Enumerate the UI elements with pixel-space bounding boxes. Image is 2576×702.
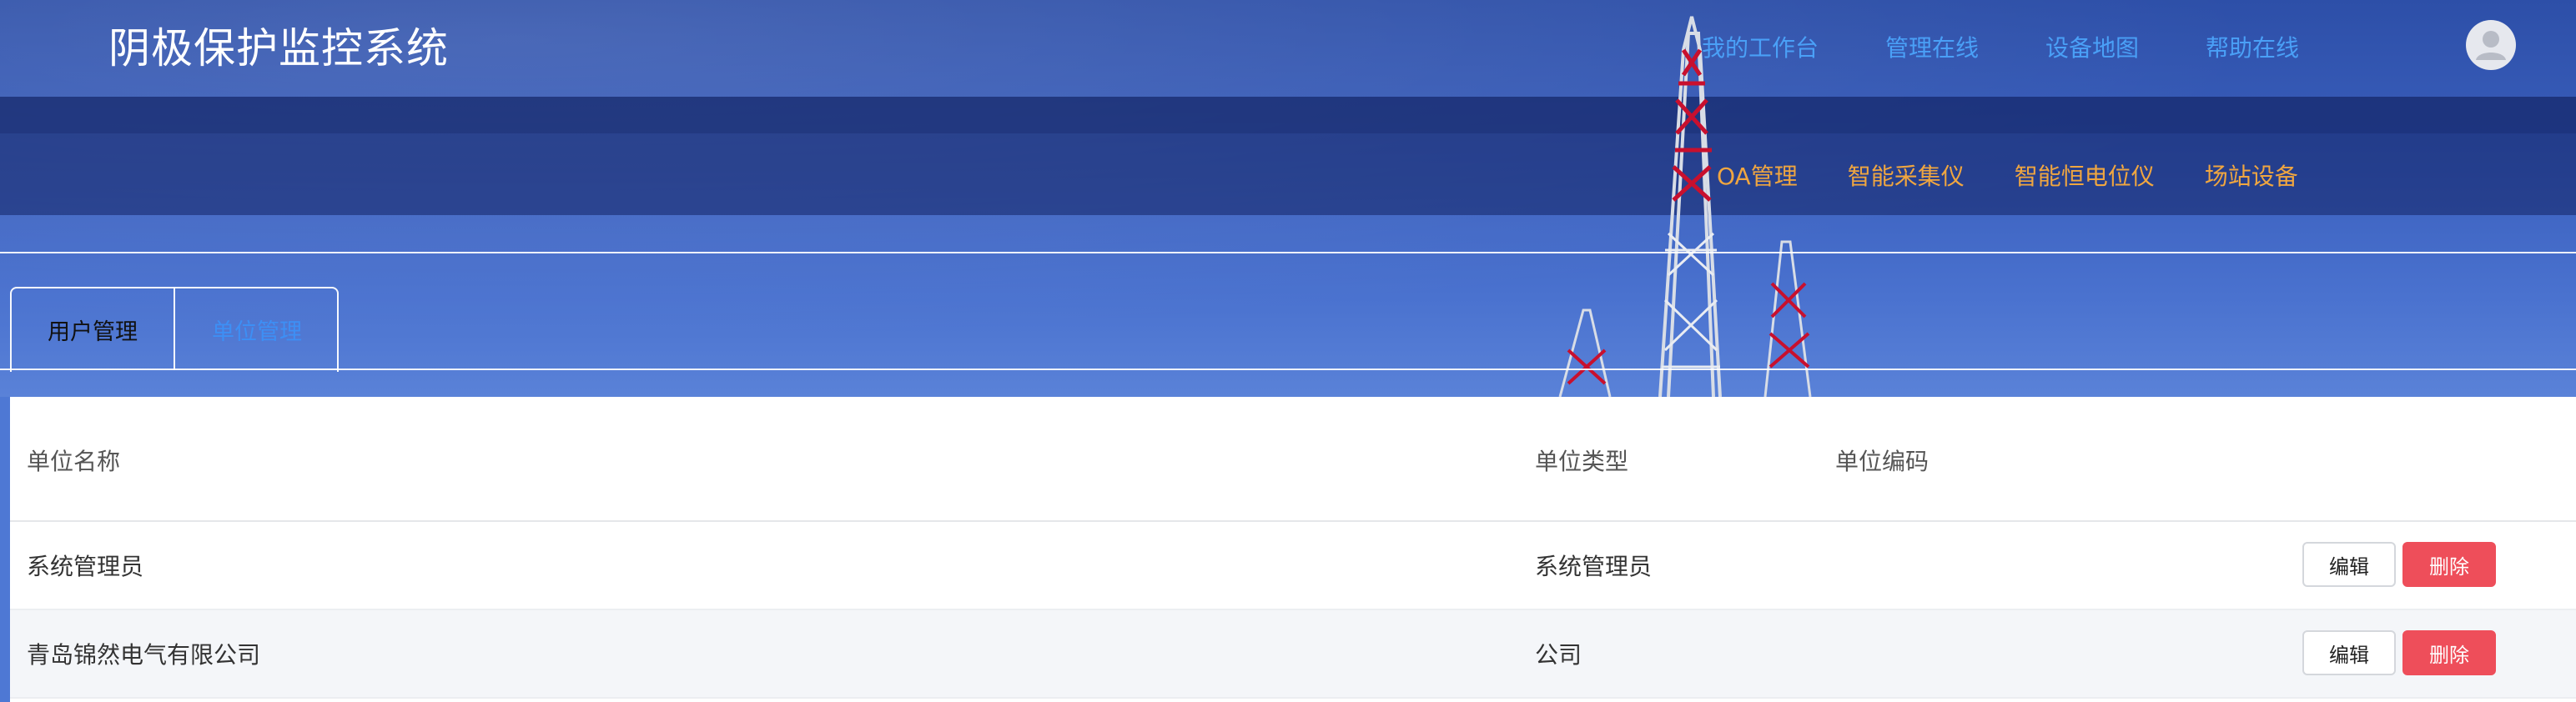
header-banner: 阴极保护监控系统 我的工作台 管理在线 设备地图 帮助在线 OA管理 智能采集仪… (0, 0, 2576, 397)
cell-unit-type: 公司 (1535, 641, 1582, 669)
nav-management-online[interactable]: 管理在线 (1885, 30, 1979, 63)
divider-line-top (0, 252, 2576, 253)
tab-unit-management[interactable]: 单位管理 (174, 288, 339, 370)
user-avatar-icon[interactable] (2466, 20, 2516, 70)
cell-unit-name: 青岛锦然电气有限公司 (27, 641, 261, 669)
edit-button[interactable]: 编辑 (2302, 542, 2396, 587)
nav-help-online[interactable]: 帮助在线 (2206, 30, 2299, 63)
column-header-unit-name: 单位名称 (27, 448, 121, 475)
user-silhouette-icon (2476, 31, 2506, 60)
top-nav: 我的工作台 管理在线 设备地图 帮助在线 (1702, 30, 2299, 63)
column-header-unit-type: 单位类型 (1535, 448, 1629, 475)
table-header: 单位名称 单位类型 单位编码 (10, 397, 2576, 522)
column-header-unit-code: 单位编码 (1835, 448, 1929, 475)
cell-unit-name: 系统管理员 (27, 553, 144, 580)
divider-line-bottom (0, 369, 2576, 370)
nav-my-workbench[interactable]: 我的工作台 (1702, 30, 1819, 63)
app-title: 阴极保护监控系统 (108, 24, 449, 73)
table-row: 青岛锦然电气有限公司 公司 编辑 删除 (10, 610, 2576, 699)
subnav-station-equipment[interactable]: 场站设备 (2205, 158, 2298, 192)
sub-nav-band (0, 97, 2576, 215)
sub-nav: OA管理 智能采集仪 智能恒电位仪 场站设备 (1717, 158, 2298, 192)
subnav-smart-potentiostat[interactable]: 智能恒电位仪 (2015, 158, 2155, 192)
table-row: 系统管理员 系统管理员 编辑 删除 (10, 522, 2576, 610)
delete-button[interactable]: 删除 (2402, 630, 2496, 675)
delete-button[interactable]: 删除 (2402, 542, 2496, 587)
subnav-oa-management[interactable]: OA管理 (1717, 158, 1798, 192)
subnav-smart-collector[interactable]: 智能采集仪 (1848, 158, 1965, 192)
tab-strip: 用户管理 单位管理 (10, 287, 339, 372)
tab-user-management[interactable]: 用户管理 (12, 288, 174, 370)
left-accent-bar (0, 397, 10, 702)
cell-unit-type: 系统管理员 (1535, 553, 1653, 580)
unit-table: 单位名称 单位类型 单位编码 系统管理员 系统管理员 编辑 删除 青岛锦然电气有… (10, 397, 2576, 702)
nav-device-map[interactable]: 设备地图 (2045, 30, 2139, 63)
edit-button[interactable]: 编辑 (2302, 630, 2396, 675)
